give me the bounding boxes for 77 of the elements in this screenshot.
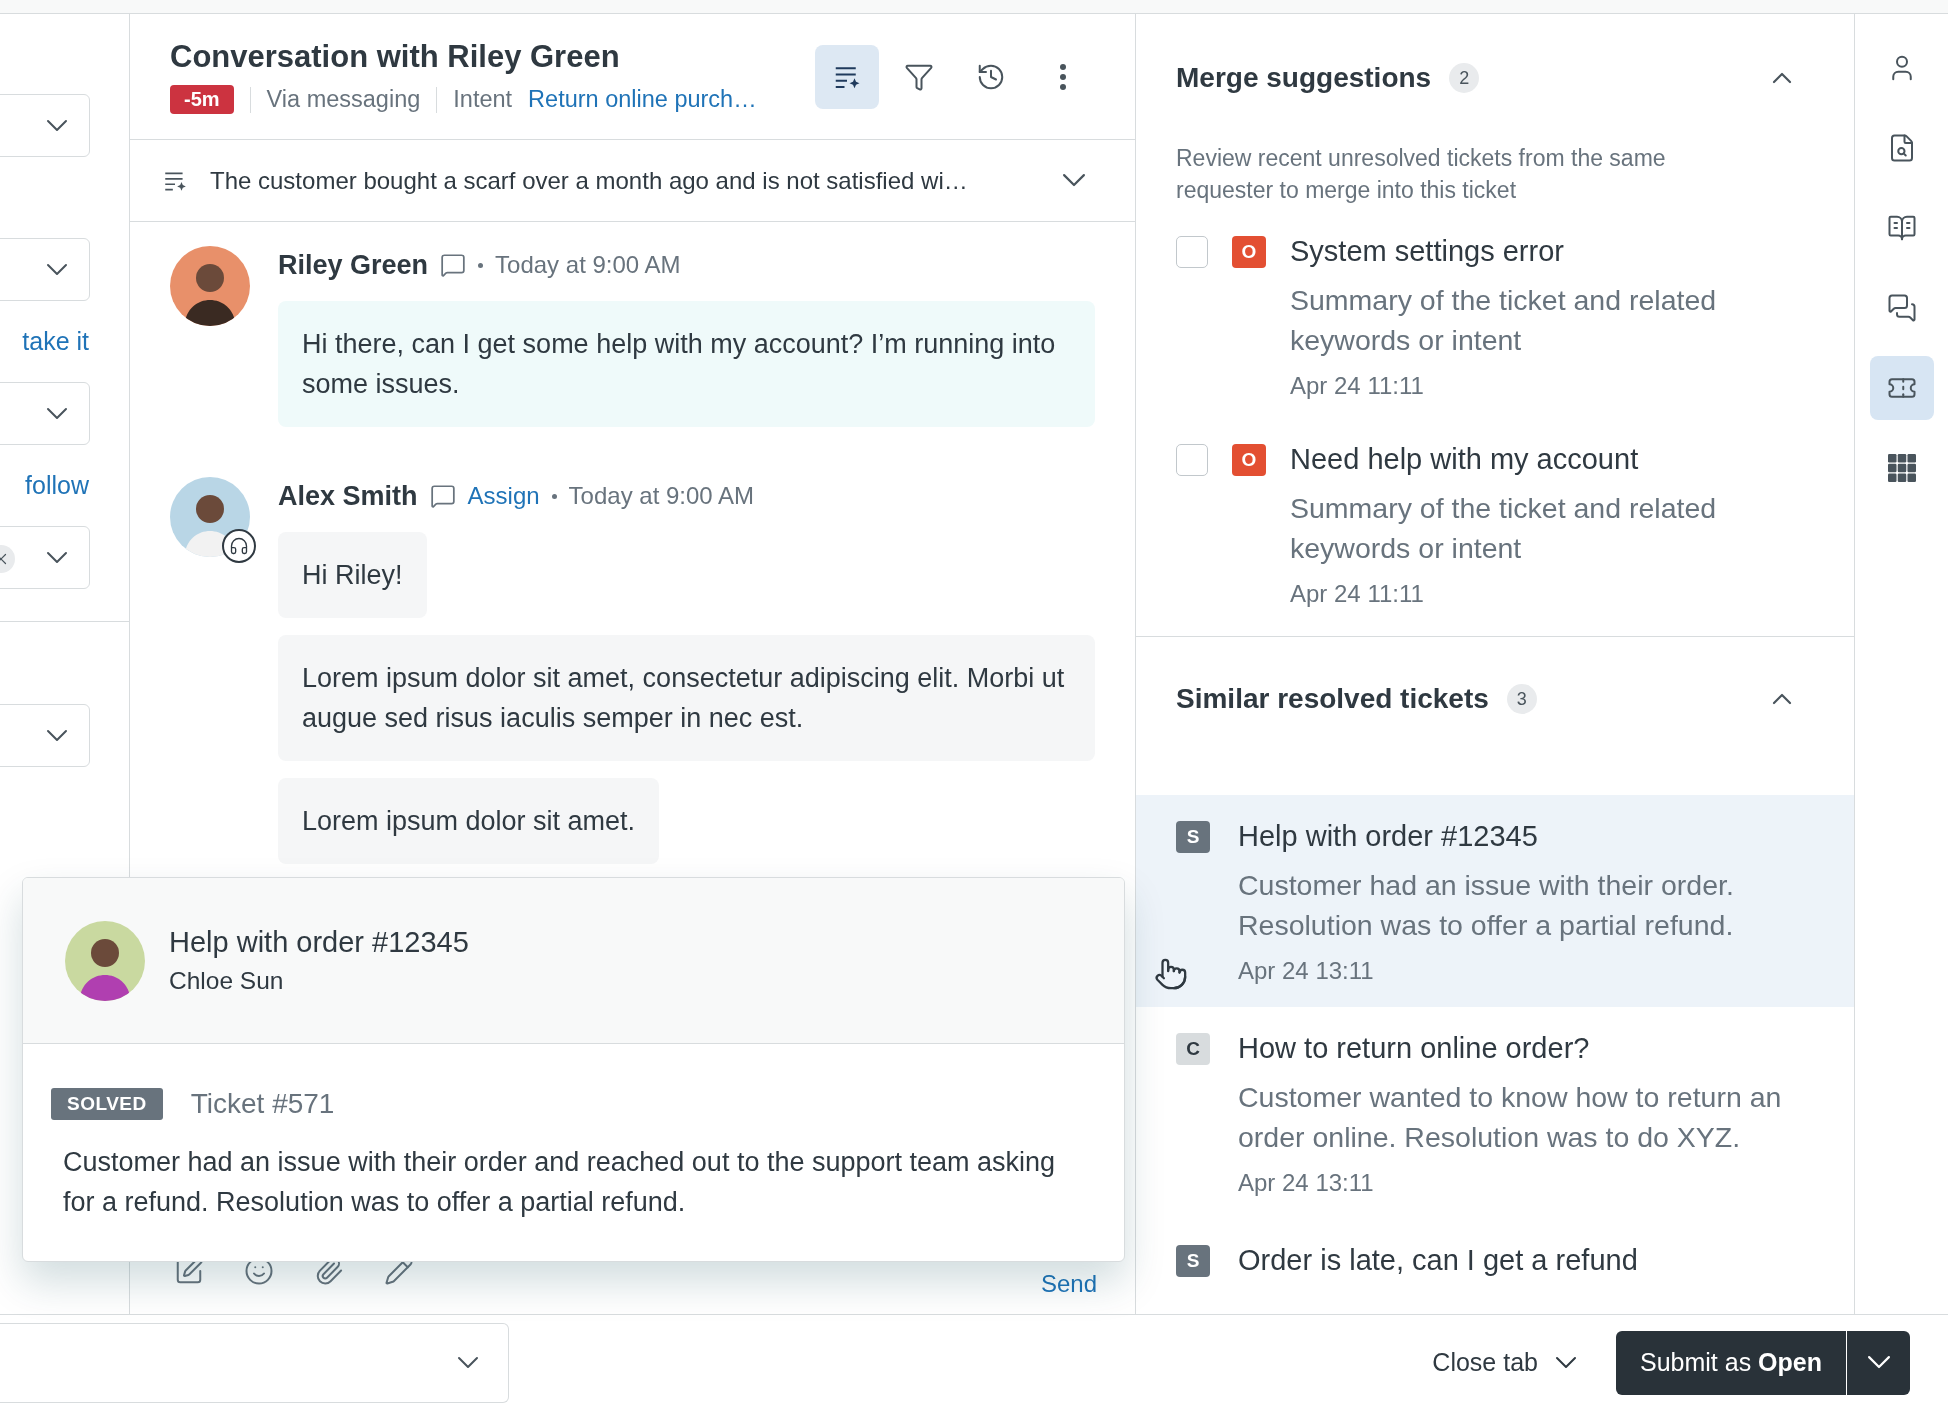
intent-label: Intent xyxy=(453,86,513,113)
message-bubble: Hi there, can I get some help with my account? I’m running into some issues. xyxy=(278,301,1095,427)
expand-button[interactable] xyxy=(1063,174,1085,187)
message-icon xyxy=(440,252,467,278)
ticket-number: Ticket #571 xyxy=(190,1088,335,1120)
ticket-title: How to return online order? xyxy=(1238,1031,1591,1066)
separator-dot xyxy=(478,262,484,268)
submit-menu-button[interactable] xyxy=(1846,1330,1910,1395)
author-name: Riley Green xyxy=(278,249,429,281)
more-icon xyxy=(1060,63,1066,90)
checkbox[interactable] xyxy=(1176,236,1208,268)
close-tab-button[interactable]: Close tab xyxy=(1426,1347,1582,1378)
status-badge: S xyxy=(1176,821,1210,853)
chevron-down-icon xyxy=(47,120,67,131)
preview-description: Customer had an issue with their order and reached out to the support team asking for a refund. Resolution was to offer a partial refund. xyxy=(63,1146,1057,1219)
chevron-down-icon xyxy=(47,730,67,741)
status-badge: S xyxy=(1176,1245,1210,1277)
apps-grid-icon xyxy=(1887,454,1916,482)
status-tag: SOLVED xyxy=(51,1088,163,1120)
preview-title: Help with order #12345 xyxy=(169,926,469,959)
submit-button[interactable]: Submit as Open xyxy=(1616,1330,1846,1395)
status-badge: O xyxy=(1232,236,1266,268)
summary-button[interactable] xyxy=(815,44,879,109)
requester-name: Chloe Sun xyxy=(169,967,285,995)
ticket-date: Apr 24 11:11 xyxy=(1290,580,1425,608)
summary-text: The customer bought a scarf over a month ago and is not satisfied wi… xyxy=(210,166,969,195)
chevron-down-icon xyxy=(1063,174,1085,187)
intent-link[interactable]: Return online purch… xyxy=(528,86,757,113)
section-description: Review recent unresolved tickets from the same requester to merge into this ticket xyxy=(1175,144,1667,205)
headset-icon xyxy=(229,536,249,556)
status-badge: O xyxy=(1232,444,1266,476)
ticket-row[interactable]: C How to return online order? Customer wanted to know how to return an order online. Resolution was to do XYZ. Apr 24 13:11 xyxy=(1136,1007,1854,1219)
message-time: Today at 9:00 AM xyxy=(495,251,681,279)
count-badge: 3 xyxy=(1506,684,1537,714)
message-bubble: Lorem ipsum dolor sit amet. xyxy=(278,778,660,864)
sla-badge: -5m xyxy=(170,85,234,114)
checkbox[interactable] xyxy=(1176,444,1208,476)
ticket-summary: Summary of the ticket and related keywords or intent xyxy=(1290,491,1718,566)
hand-cursor-icon xyxy=(1154,957,1188,991)
count-badge: 2 xyxy=(1449,63,1480,93)
tickets-tab[interactable] xyxy=(1869,356,1934,420)
dropdown-field[interactable] xyxy=(0,1322,509,1403)
book-icon xyxy=(1886,213,1917,243)
conversation-title: Conversation with Riley Green xyxy=(170,39,621,75)
ticket-date: Apr 24 13:11 xyxy=(1238,1169,1375,1197)
ticket-date: Apr 24 13:11 xyxy=(1238,957,1375,985)
chevron-down-icon xyxy=(1867,1356,1890,1369)
chat-bubbles-icon xyxy=(1886,293,1917,323)
message-bubble: Hi Riley! xyxy=(278,532,427,618)
ticket-row[interactable]: S Order is late, can I get a refund xyxy=(1136,1219,1854,1301)
send-button[interactable]: Send xyxy=(1040,1270,1097,1298)
message-icon xyxy=(429,483,456,509)
chevron-down-icon xyxy=(47,264,67,275)
separator-dot xyxy=(551,493,557,499)
action-link[interactable]: follow xyxy=(25,471,89,500)
channel-label: Via messaging xyxy=(266,86,421,113)
ticket-summary: Summary of the ticket and related keywords or intent xyxy=(1290,283,1718,358)
message-bubble: Lorem ipsum dolor sit amet, consectetur adipiscing elit. Morbi ut augue sed risus iaculis semper in nec est. xyxy=(278,635,1095,761)
ticket-title: System settings error xyxy=(1290,234,1565,269)
ticket-summary: Customer wanted to know how to return an order online. Resolution was to do XYZ. xyxy=(1238,1080,1783,1155)
status-badge: C xyxy=(1176,1033,1210,1065)
ticket-summary: Customer had an issue with their order. Resolution was to offer a partial refund. xyxy=(1238,868,1735,943)
ticket-date: Apr 24 11:11 xyxy=(1290,372,1425,400)
section-title: Merge suggestions xyxy=(1176,62,1432,94)
section-title: Similar resolved tickets xyxy=(1176,683,1489,715)
chevron-down-icon xyxy=(458,1357,478,1368)
ticket-row[interactable]: S Help with order #12345 Customer had an issue with their order. Resolution was to offer a partial refund. Apr 24 13:11 xyxy=(1136,795,1854,1007)
chevron-down-icon xyxy=(1556,1357,1576,1368)
assign-link[interactable]: Assign xyxy=(467,482,540,510)
ticket-title: Order is late, can I get a refund xyxy=(1238,1243,1638,1278)
ticket-title: Need help with my account xyxy=(1290,442,1640,477)
author-name: Alex Smith xyxy=(278,480,418,512)
message-time: Today at 9:00 AM xyxy=(568,482,755,510)
action-link[interactable]: take it xyxy=(22,327,89,356)
chevron-down-icon xyxy=(47,552,67,563)
chevron-down-icon xyxy=(47,408,67,419)
ticket-title: Help with order #12345 xyxy=(1238,819,1539,854)
